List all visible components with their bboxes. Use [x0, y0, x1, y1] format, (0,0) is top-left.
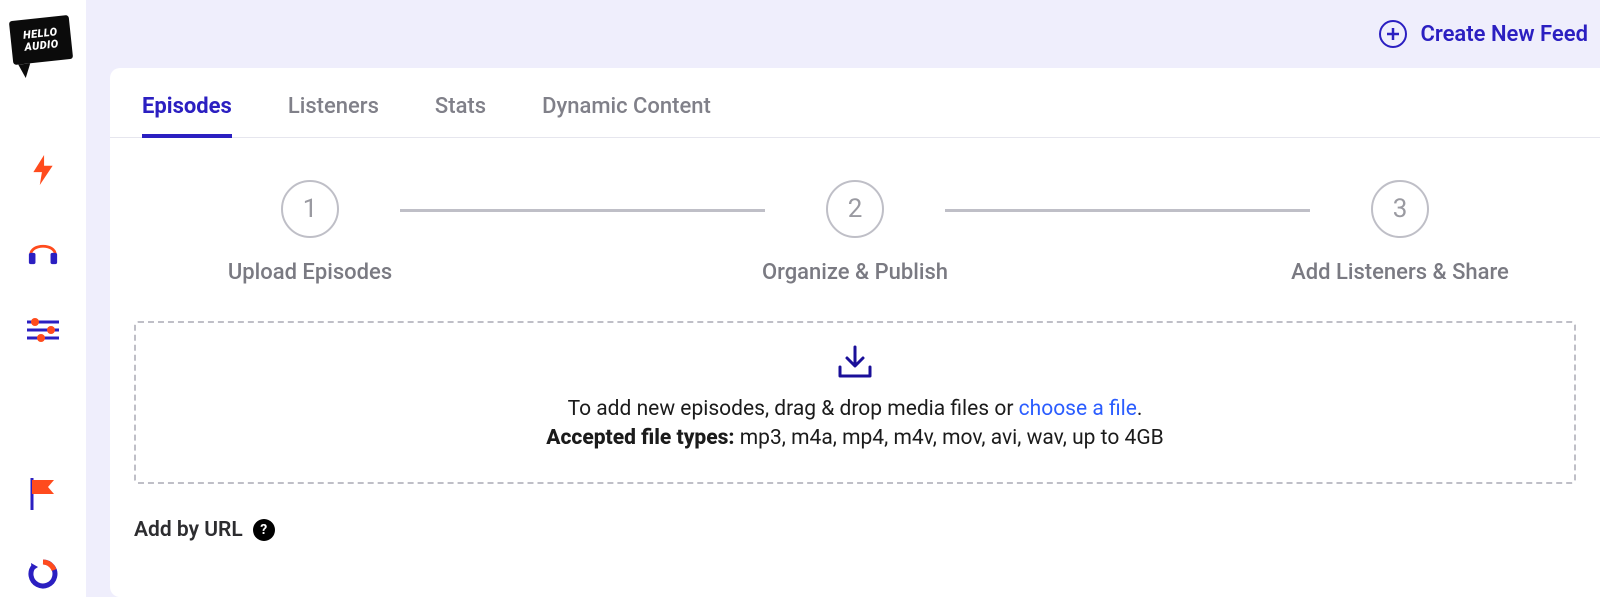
tab-dynamic-content[interactable]: Dynamic Content: [542, 94, 711, 137]
top-bar: Create New Feed: [86, 0, 1600, 68]
dropzone-prefix: To add new episodes, drag & drop media f…: [568, 397, 1019, 421]
step-label: Organize & Publish: [762, 260, 948, 285]
download-icon: [836, 345, 874, 383]
step-3: 3 Add Listeners & Share: [1270, 180, 1530, 285]
sliders-icon[interactable]: [27, 314, 59, 346]
create-feed-label: Create New Feed: [1421, 22, 1589, 47]
accepted-types: mp3, m4a, mp4, m4v, mov, avi, wav, up to…: [735, 426, 1164, 450]
upload-dropzone[interactable]: To add new episodes, drag & drop media f…: [134, 321, 1576, 484]
step-circle: 2: [826, 180, 884, 238]
step-circle: 3: [1371, 180, 1429, 238]
refresh-icon[interactable]: [27, 558, 59, 590]
choose-file-link[interactable]: choose a file: [1019, 397, 1137, 421]
logo-text-line2: AUDIO: [24, 38, 59, 54]
step-number: 1: [303, 194, 318, 224]
tabs: Episodes Listeners Stats Dynamic Content: [110, 68, 1600, 138]
create-new-feed-button[interactable]: Create New Feed: [1379, 20, 1589, 48]
plus-circle-icon: [1379, 20, 1407, 48]
tab-label: Dynamic Content: [542, 94, 711, 119]
tab-episodes[interactable]: Episodes: [142, 94, 232, 137]
dropzone-accepted: Accepted file types: mp3, m4a, mp4, m4v,…: [156, 424, 1554, 453]
step-connector: [945, 209, 1310, 212]
sidebar: HELLO AUDIO: [0, 0, 86, 597]
sidebar-nav: [27, 154, 59, 590]
tab-listeners[interactable]: Listeners: [288, 94, 379, 137]
tab-label: Episodes: [142, 94, 232, 119]
accepted-label: Accepted file types:: [546, 426, 734, 450]
step-connector: [400, 209, 765, 212]
content-card: Episodes Listeners Stats Dynamic Content…: [110, 68, 1600, 597]
bolt-icon[interactable]: [27, 154, 59, 186]
tab-stats[interactable]: Stats: [435, 94, 486, 137]
add-by-url-row: Add by URL ?: [110, 484, 1600, 552]
add-by-url-label: Add by URL: [134, 518, 243, 542]
step-label: Upload Episodes: [228, 260, 392, 285]
step-circle: 1: [281, 180, 339, 238]
dropzone-instruction: To add new episodes, drag & drop media f…: [156, 395, 1554, 424]
step-number: 2: [848, 194, 863, 224]
tab-label: Listeners: [288, 94, 379, 119]
stepper: 1 Upload Episodes 2 Organize & Publish 3…: [110, 138, 1600, 297]
dropzone-suffix: .: [1137, 397, 1143, 421]
step-label: Add Listeners & Share: [1291, 260, 1509, 285]
flag-icon[interactable]: [27, 478, 59, 510]
step-number: 3: [1393, 194, 1408, 224]
step-2: 2 Organize & Publish: [725, 180, 985, 285]
headphones-icon[interactable]: [27, 234, 59, 266]
help-icon[interactable]: ?: [253, 519, 275, 541]
step-1: 1 Upload Episodes: [180, 180, 440, 285]
main-area: Create New Feed Episodes Listeners Stats…: [86, 0, 1600, 597]
tab-label: Stats: [435, 94, 486, 119]
app-logo[interactable]: HELLO AUDIO: [11, 18, 75, 76]
